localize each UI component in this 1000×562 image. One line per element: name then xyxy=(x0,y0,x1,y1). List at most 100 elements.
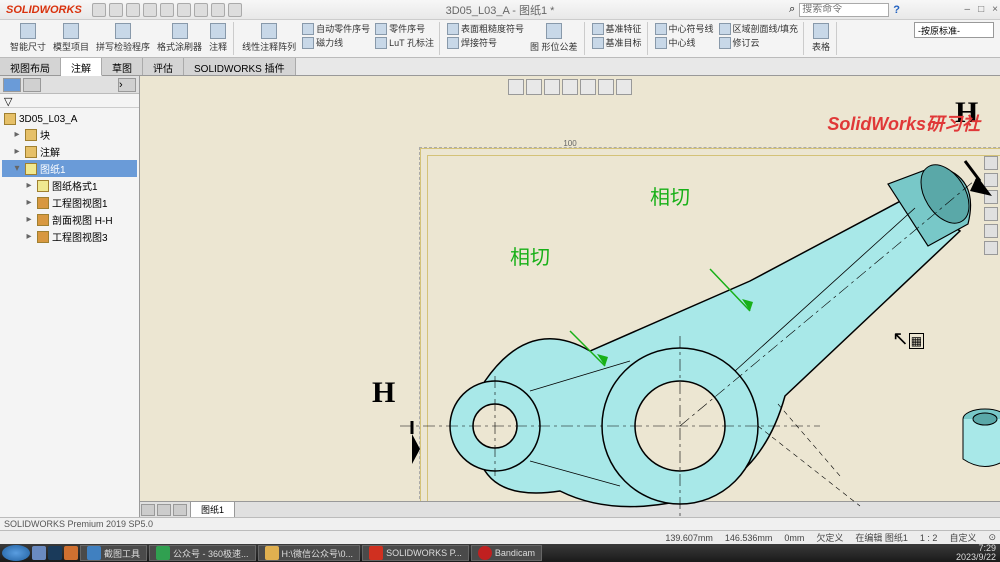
app-logo: SOLIDWORKS xyxy=(0,4,88,16)
model-items-button[interactable]: 模型项目 xyxy=(50,22,92,54)
balloon-button[interactable]: 零件序号 xyxy=(373,22,436,35)
magnetic-line-button[interactable]: 磁力线 xyxy=(300,36,372,49)
standard-dropdown[interactable] xyxy=(914,22,994,38)
status-x: 139.607mm xyxy=(665,533,713,543)
panel-tab-bar: › xyxy=(0,76,139,94)
tree-sheet1[interactable]: ▾图纸1 xyxy=(2,160,137,177)
title-bar: SOLIDWORKS 3D05_L03_A - 图纸1 * ⌕ ? – □ × xyxy=(0,0,1000,20)
tab-sketch[interactable]: 草图 xyxy=(102,58,143,75)
close-button[interactable]: × xyxy=(992,4,998,15)
tab-annotation[interactable]: 注解 xyxy=(61,58,102,76)
prev-view-button[interactable] xyxy=(544,79,560,95)
view-icon xyxy=(37,197,49,209)
tree-blocks[interactable]: ▸块 xyxy=(2,126,137,143)
system-clock[interactable]: 7:29 2023/9/22 xyxy=(956,544,996,562)
document-title: 3D05_L03_A - 图纸1 * xyxy=(446,2,555,18)
tables-button[interactable]: 表格 xyxy=(809,22,833,54)
minimize-button[interactable]: – xyxy=(965,4,971,15)
folder-icon xyxy=(25,146,37,158)
search-input[interactable] xyxy=(799,3,889,17)
tree-sheet-format[interactable]: ▸图纸格式1 xyxy=(2,177,137,194)
spell-check-button[interactable]: 拼写检验程序 xyxy=(93,22,153,54)
ribbon-group-balloon: 线性注释阵列 自动零件序号 磁力线 零件序号 LuT 孔标注 xyxy=(236,22,440,55)
qat-rebuild[interactable] xyxy=(194,3,208,17)
surface-finish-button[interactable]: 表面粗糙度符号 xyxy=(445,22,526,35)
linear-pattern-button[interactable]: 线性注释阵列 xyxy=(239,22,299,54)
tree-annotations[interactable]: ▸注解 xyxy=(2,143,137,160)
pinned-app[interactable] xyxy=(64,546,78,560)
qat-new[interactable] xyxy=(92,3,106,17)
taskbar-explorer[interactable]: H:\微信公众号\0... xyxy=(258,545,361,561)
taskbar-solidworks[interactable]: SOLIDWORKS P... xyxy=(362,545,469,561)
tab-view-layout[interactable]: 视图布局 xyxy=(0,58,61,75)
drawing-view[interactable] xyxy=(280,136,1000,517)
hole-callout-button[interactable]: LuT 孔标注 xyxy=(373,36,436,49)
zoom-area-button[interactable] xyxy=(526,79,542,95)
prev-sheet-button[interactable] xyxy=(157,504,171,516)
view-icon xyxy=(37,231,49,243)
center-mark-button[interactable]: 中心符号线 xyxy=(653,22,716,35)
feature-tree-tab[interactable] xyxy=(3,78,21,92)
maximize-button[interactable]: □ xyxy=(978,4,984,15)
revision-cloud-button[interactable]: 修订云 xyxy=(717,36,801,49)
drawing-canvas[interactable]: 100 SolidWorks研习社 xyxy=(140,76,1000,517)
status-more-icon[interactable]: ⊙ xyxy=(988,532,996,543)
bandicam-icon xyxy=(478,546,492,560)
tree-root[interactable]: 3D05_L03_A xyxy=(2,112,137,126)
qat-redo[interactable] xyxy=(177,3,191,17)
weld-symbol-button[interactable]: 焊接符号 xyxy=(445,36,526,49)
taskbar-browser[interactable]: 公众号 - 360极速... xyxy=(149,545,256,561)
hatch-button[interactable]: 区域剖面线/填充 xyxy=(717,22,801,35)
gtol-button[interactable]: 图 形位公差 xyxy=(527,22,581,54)
taskbar-bandicam[interactable]: Bandicam xyxy=(471,545,542,561)
section-icon xyxy=(37,214,49,226)
watermark-text: SolidWorks研习社 xyxy=(827,110,980,136)
qat-options[interactable] xyxy=(211,3,225,17)
note-button[interactable]: 注释 xyxy=(206,22,230,54)
config-manager-tab[interactable]: › xyxy=(118,78,136,92)
sheet-tab-1[interactable]: 图纸1 xyxy=(190,501,235,517)
feature-manager-panel: › ▽ 3D05_L03_A ▸块 ▸注解 ▾图纸1 ▸图纸格式1 ▸工程图视图… xyxy=(0,76,140,517)
status-scale[interactable]: 1 : 2 xyxy=(920,533,938,543)
section-view-button[interactable] xyxy=(562,79,578,95)
tree-view3[interactable]: ▸工程图视图3 xyxy=(2,228,137,245)
pinned-explorer[interactable] xyxy=(32,546,46,560)
centerline-button[interactable]: 中心线 xyxy=(653,36,716,49)
datum-feature-button[interactable]: 基准特征 xyxy=(590,22,644,35)
auto-balloon-button[interactable]: 自动零件序号 xyxy=(300,22,372,35)
ribbon-group-datum: 基准特征 基准目标 xyxy=(587,22,648,55)
edit-sheet-button[interactable] xyxy=(616,79,632,95)
tab-evaluate[interactable]: 评估 xyxy=(143,58,184,75)
qat-undo[interactable] xyxy=(160,3,174,17)
start-button[interactable] xyxy=(2,545,30,561)
qat-print[interactable] xyxy=(143,3,157,17)
format-painter-button[interactable]: 格式涂刷器 xyxy=(154,22,205,54)
tree-view1[interactable]: ▸工程图视图1 xyxy=(2,194,137,211)
taskbar-snip[interactable]: 截图工具 xyxy=(80,545,147,561)
surface-icon xyxy=(447,23,459,35)
sw-icon xyxy=(369,546,383,560)
balloon-icon xyxy=(302,23,314,35)
next-sheet-button[interactable] xyxy=(173,504,187,516)
status-custom[interactable]: 自定义 xyxy=(949,531,976,544)
filter-bar[interactable]: ▽ xyxy=(0,94,139,108)
snip-icon xyxy=(87,546,101,560)
property-manager-tab[interactable] xyxy=(23,78,41,92)
pattern-icon xyxy=(261,23,277,39)
hide-show-button[interactable] xyxy=(598,79,614,95)
zoom-fit-button[interactable] xyxy=(508,79,524,95)
datum-target-button[interactable]: 基准目标 xyxy=(590,36,644,49)
quick-access-toolbar xyxy=(88,3,242,17)
magnet-icon xyxy=(302,37,314,49)
display-style-button[interactable] xyxy=(580,79,596,95)
pinned-ps[interactable] xyxy=(48,546,62,560)
smart-dimension-button[interactable]: 智能尺寸 xyxy=(7,22,49,54)
tab-addins[interactable]: SOLIDWORKS 插件 xyxy=(184,58,296,75)
qat-save[interactable] xyxy=(126,3,140,17)
first-sheet-button[interactable] xyxy=(141,504,155,516)
tree-section-hh[interactable]: ▸剖面视图 H-H xyxy=(2,211,137,228)
format-icon xyxy=(37,180,49,192)
qat-more[interactable] xyxy=(228,3,242,17)
help-button[interactable]: ? xyxy=(893,4,900,16)
qat-open[interactable] xyxy=(109,3,123,17)
